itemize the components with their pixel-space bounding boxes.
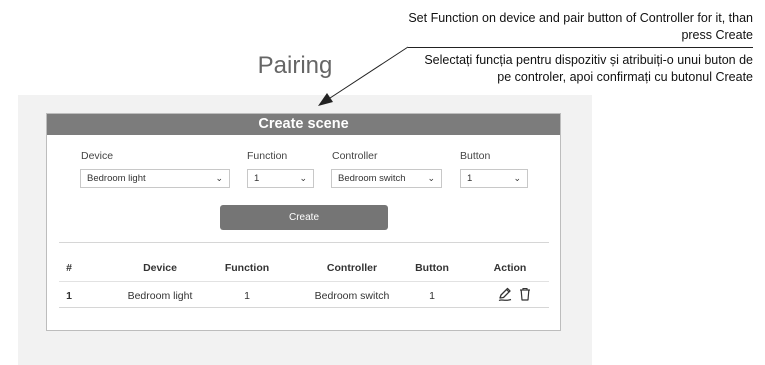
screenshot-canvas: Set Function on device and pair button o… [0, 0, 765, 365]
col-header-action: Action [493, 262, 527, 274]
annotation-romanian: Selectați funcția pentru dispozitiv și a… [424, 53, 753, 84]
chevron-down-icon: ⌄ [427, 173, 435, 183]
col-header-device: Device [143, 262, 177, 274]
button-select[interactable]: 1 ⌄ [460, 169, 528, 188]
device-select-value: Bedroom light [87, 173, 146, 184]
edit-icon[interactable] [497, 286, 513, 302]
chevron-down-icon: ⌄ [513, 173, 521, 183]
button-label: Button [460, 150, 491, 162]
trash-icon[interactable] [517, 286, 533, 302]
button-select-value: 1 [467, 173, 473, 184]
device-label: Device [81, 150, 114, 162]
function-select-value: 1 [254, 173, 260, 184]
controller-label: Controller [332, 150, 378, 162]
annotation-divider [408, 47, 753, 48]
row-button: 1 [429, 290, 435, 302]
row-function: 1 [244, 290, 250, 302]
create-scene-card: Create scene Device Function Controller … [46, 113, 561, 331]
function-label: Function [247, 150, 288, 162]
col-header-controller: Controller [326, 262, 378, 274]
annotation-english: Set Function on device and pair button o… [408, 11, 753, 42]
table-header-divider [59, 281, 549, 282]
create-button[interactable]: Create [220, 205, 388, 230]
card-header: Create scene [47, 114, 560, 135]
table-bottom-divider [59, 307, 549, 308]
col-header-function: Function [224, 262, 270, 274]
row-device: Bedroom light [127, 290, 193, 302]
page-title: Pairing [257, 52, 333, 79]
controller-select-value: Bedroom switch [338, 173, 406, 184]
chevron-down-icon: ⌄ [215, 173, 223, 183]
row-controller: Bedroom switch [314, 290, 390, 302]
table-top-divider [59, 242, 549, 243]
device-select[interactable]: Bedroom light ⌄ [80, 169, 230, 188]
function-select[interactable]: 1 ⌄ [247, 169, 314, 188]
col-header-button: Button [415, 262, 449, 274]
col-header-index: # [66, 262, 72, 274]
chevron-down-icon: ⌄ [299, 173, 307, 183]
row-index: 1 [66, 290, 72, 302]
controller-select[interactable]: Bedroom switch ⌄ [331, 169, 442, 188]
